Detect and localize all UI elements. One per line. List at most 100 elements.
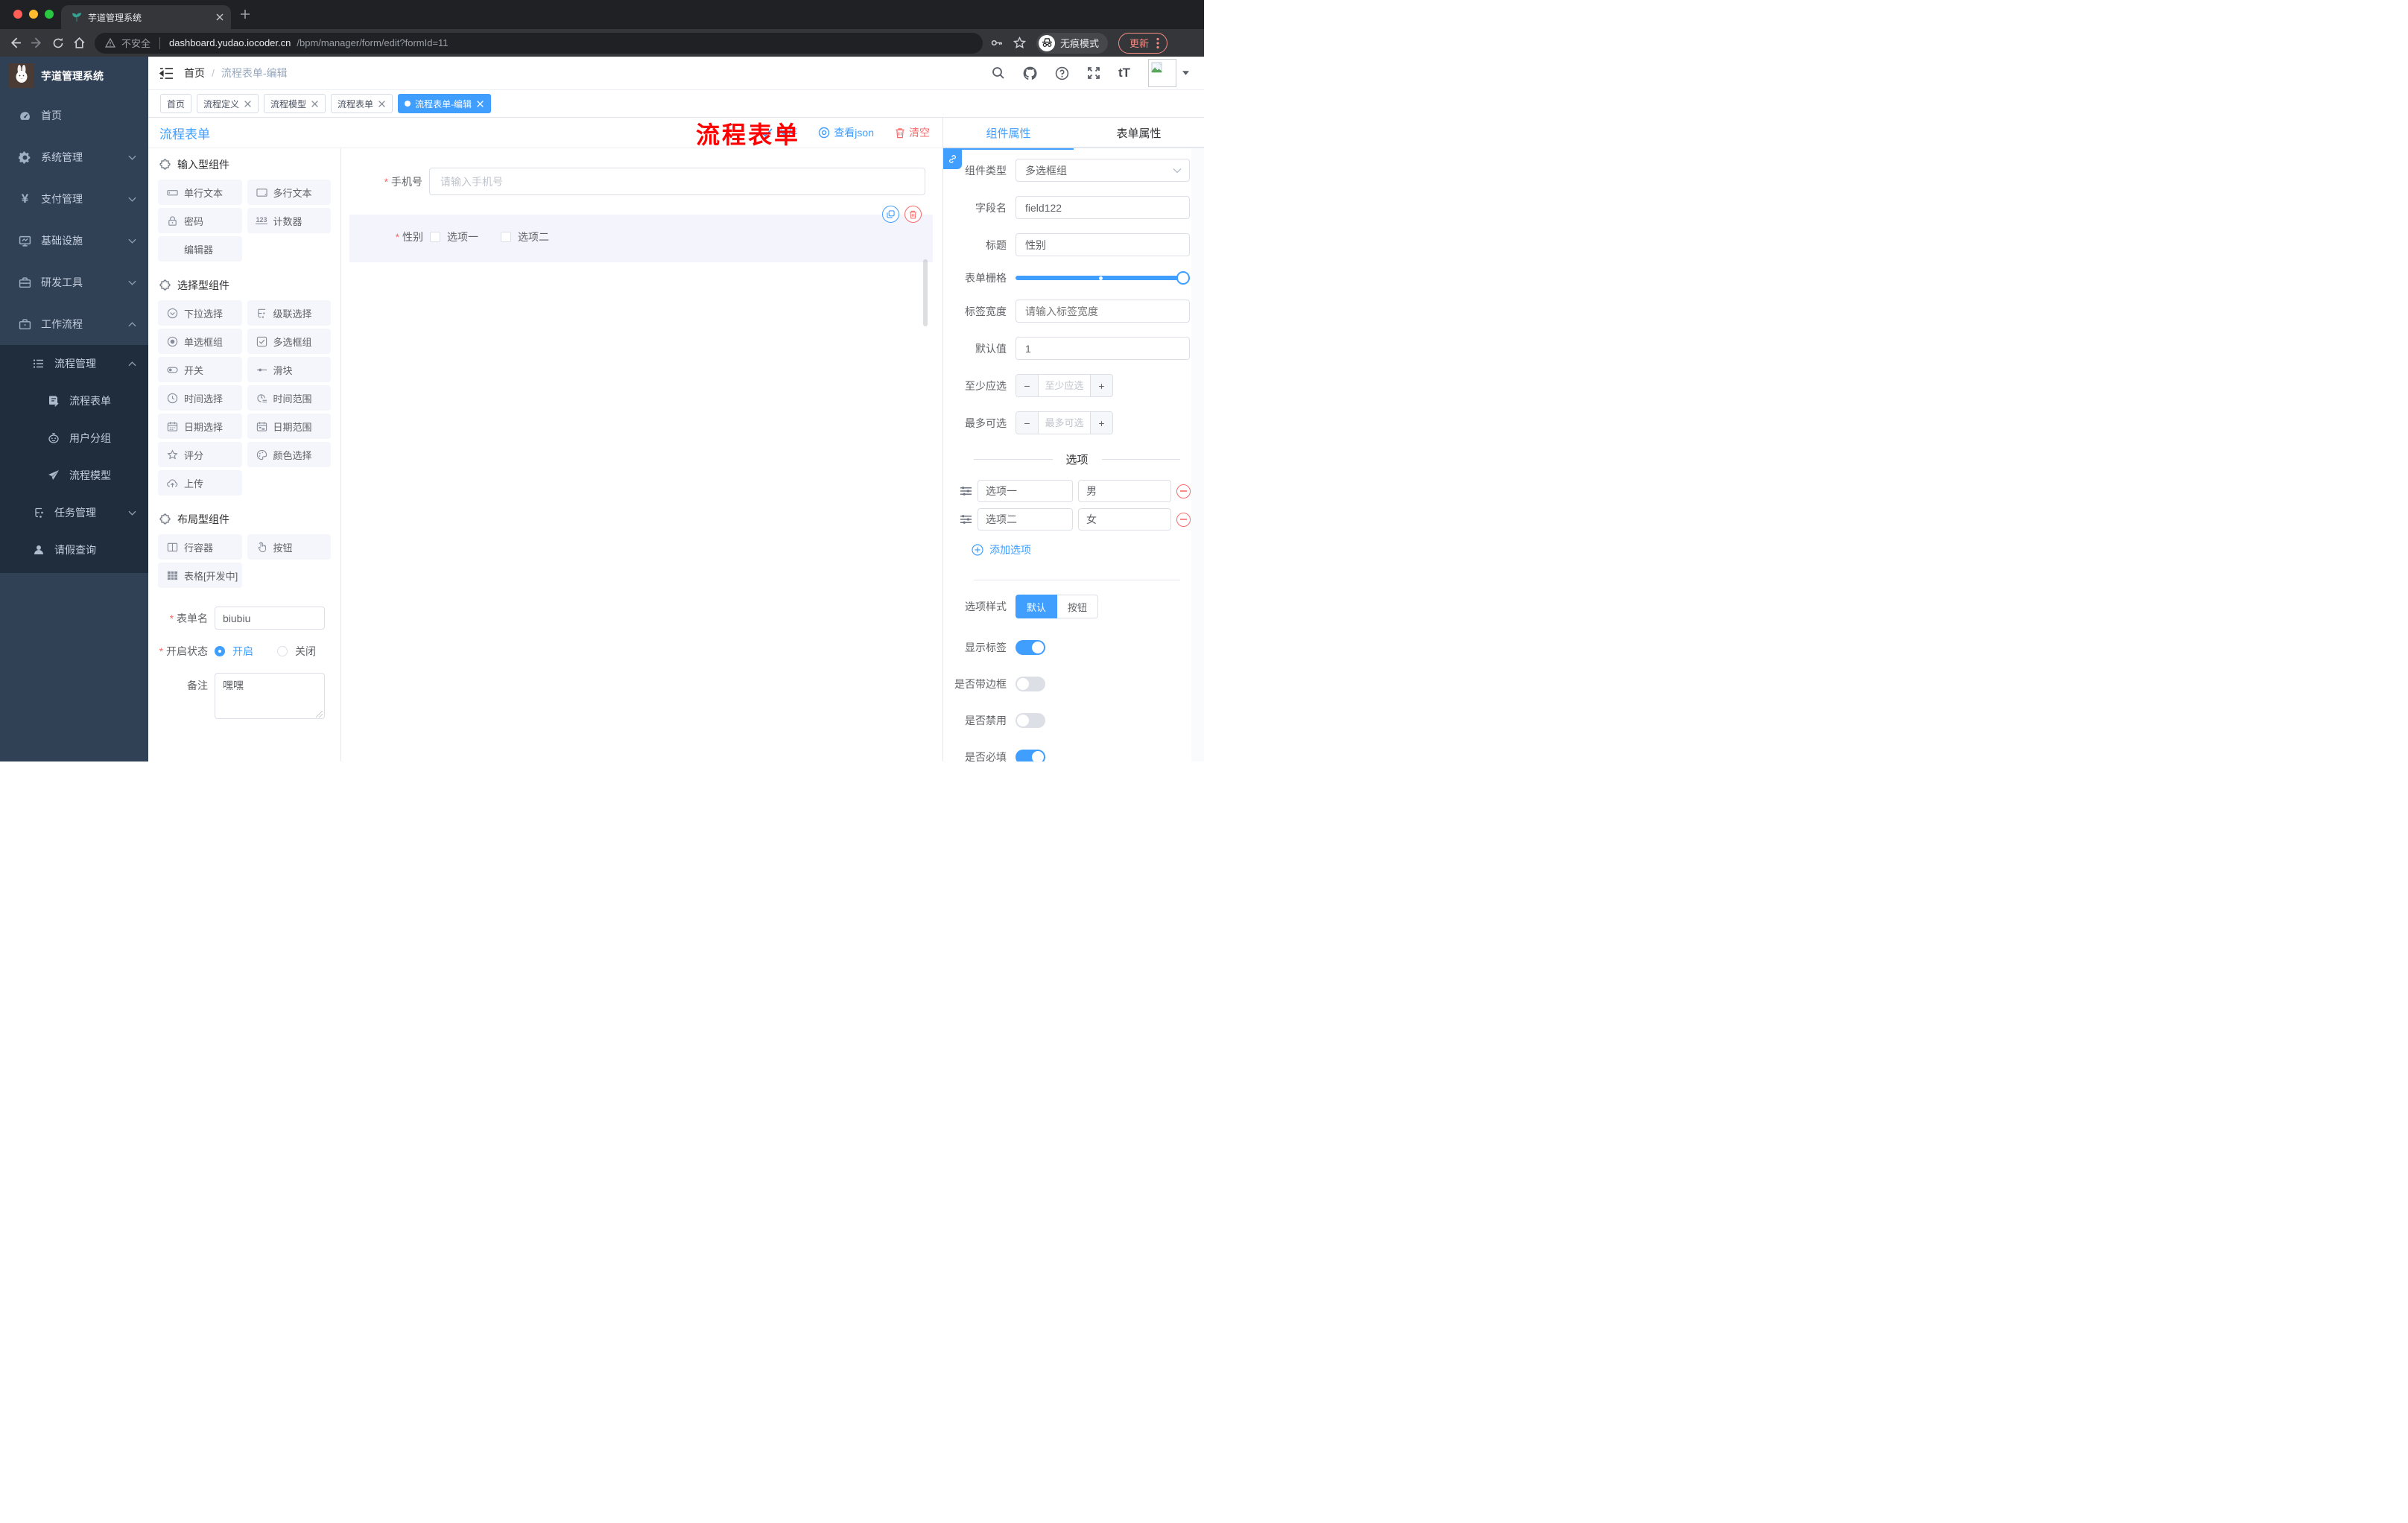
search-icon[interactable] (992, 66, 1005, 80)
sidebar-item-payment[interactable]: ¥ 支付管理 (0, 178, 148, 220)
show-label-toggle[interactable] (1016, 640, 1045, 655)
checkbox-icon[interactable] (430, 232, 440, 242)
radio-status-off[interactable] (277, 646, 288, 656)
palette-item-row-container[interactable]: 行容器 (158, 534, 242, 560)
canvas-field-phone[interactable]: 手机号 (349, 168, 925, 195)
tag-close-icon[interactable] (244, 100, 252, 108)
password-key-icon[interactable] (990, 37, 1003, 49)
palette-item-time-range[interactable]: 时间范围 (247, 385, 331, 411)
palette-item-multi-line-text[interactable]: 多行文本 (247, 180, 331, 205)
palette-item-editor[interactable]: 编辑器 (158, 236, 242, 262)
palette-item-button[interactable]: 按钮 (247, 534, 331, 560)
palette-item-upload[interactable]: 上传 (158, 470, 242, 495)
palette-item-time-picker[interactable]: 时间选择 (158, 385, 242, 411)
update-button[interactable]: 更新 (1118, 32, 1168, 54)
max-select-input[interactable] (1039, 412, 1090, 434)
sidebar-item-user-group[interactable]: 用户分组 (0, 419, 148, 457)
address-bar[interactable]: 不安全 dashboard.yudao.iocoder.cn/bpm/manag… (95, 32, 983, 54)
window-controls[interactable] (13, 10, 54, 19)
kebab-menu-icon[interactable] (1156, 37, 1159, 49)
stepper-decrease-button[interactable]: − (1016, 375, 1039, 396)
sidebar-item-infrastructure[interactable]: 基础设施 (0, 220, 148, 262)
fullscreen-icon[interactable] (1087, 66, 1100, 80)
palette-item-counter[interactable]: 123 计数器 (247, 208, 331, 233)
stepper-decrease-button[interactable]: − (1016, 412, 1039, 434)
checkbox-icon[interactable] (501, 232, 511, 242)
field-link-handle[interactable] (943, 148, 962, 169)
sidebar-item-workflow[interactable]: 工作流程 (0, 303, 148, 345)
palette-item-color-picker[interactable]: 颜色选择 (247, 442, 331, 467)
tab-close-icon[interactable] (216, 13, 224, 21)
option-value-input[interactable] (1078, 480, 1171, 502)
view-json-button[interactable]: 查看json (818, 125, 874, 140)
tag-process-form-edit-active[interactable]: 流程表单-编辑 (398, 94, 492, 113)
form-remark-textarea[interactable]: 嘿嘿 (215, 673, 325, 719)
duplicate-field-button[interactable] (882, 206, 899, 223)
form-name-input[interactable] (215, 607, 325, 630)
palette-item-slider[interactable]: 滑块 (247, 357, 331, 382)
github-icon[interactable] (1023, 66, 1037, 80)
drag-handle-icon[interactable] (960, 514, 972, 525)
field-name-input[interactable] (1016, 196, 1190, 219)
border-toggle[interactable] (1016, 677, 1045, 691)
sidebar-item-task-management[interactable]: 任务管理 (0, 494, 148, 531)
option-value-input[interactable] (1078, 508, 1171, 531)
home-icon[interactable] (73, 37, 86, 49)
component-type-select[interactable]: 多选框组 (1016, 159, 1190, 182)
sidebar-item-process-form[interactable]: 流程表单 (0, 382, 148, 419)
phone-input[interactable] (429, 168, 925, 195)
help-icon[interactable] (1055, 66, 1069, 80)
palette-item-checkbox-group[interactable]: 多选框组 (247, 329, 331, 354)
radio-status-on[interactable] (215, 646, 225, 656)
palette-item-rate[interactable]: 评分 (158, 442, 242, 467)
reload-icon[interactable] (52, 37, 64, 49)
sidebar-logo[interactable]: 芋道管理系统 (0, 57, 148, 95)
clear-button[interactable]: 清空 (895, 125, 930, 140)
style-button-button[interactable]: 按钮 (1057, 595, 1099, 618)
tag-process-definition[interactable]: 流程定义 (197, 94, 259, 113)
label-width-input[interactable] (1016, 300, 1190, 323)
stepper-increase-button[interactable]: + (1090, 375, 1112, 396)
tag-process-form[interactable]: 流程表单 (331, 94, 393, 113)
tag-close-icon[interactable] (476, 100, 484, 108)
user-avatar[interactable] (1148, 59, 1189, 87)
tab-form-props[interactable]: 表单属性 (1074, 118, 1204, 148)
tab-component-props[interactable]: 组件属性 (943, 118, 1074, 150)
required-toggle[interactable] (1016, 750, 1045, 762)
stepper-increase-button[interactable]: + (1090, 412, 1112, 434)
sidebar-item-dev-tools[interactable]: 研发工具 (0, 262, 148, 303)
palette-item-switch[interactable]: 开关 (158, 357, 242, 382)
gender-option-2[interactable]: 选项二 (501, 229, 549, 244)
radio-on-label[interactable]: 开启 (232, 644, 253, 659)
bookmark-star-icon[interactable] (1013, 37, 1026, 49)
sidebar-item-system[interactable]: 系统管理 (0, 136, 148, 178)
sidebar-item-leave-query[interactable]: 请假查询 (0, 531, 148, 569)
palette-item-table[interactable]: 表格[开发中] (158, 563, 242, 588)
palette-item-date-range[interactable]: 日期范围 (247, 414, 331, 439)
palette-item-cascader[interactable]: 级联选择 (247, 300, 331, 326)
window-zoom-button[interactable] (45, 10, 54, 19)
sidebar-item-process-management[interactable]: 流程管理 (0, 345, 148, 382)
option-name-input[interactable] (978, 480, 1073, 502)
min-select-input[interactable] (1039, 375, 1090, 396)
scrollbar-thumb[interactable] (923, 259, 928, 326)
tag-home[interactable]: 首页 (160, 94, 192, 113)
remove-option-button[interactable] (1176, 512, 1191, 527)
browser-tab[interactable]: 芋道管理系统 (61, 5, 231, 29)
title-input[interactable] (1016, 233, 1190, 256)
window-minimize-button[interactable] (29, 10, 38, 19)
remove-option-button[interactable] (1176, 484, 1191, 498)
window-close-button[interactable] (13, 10, 22, 19)
palette-item-select[interactable]: 下拉选择 (158, 300, 242, 326)
sidebar-item-process-model[interactable]: 流程模型 (0, 457, 148, 494)
sidebar-fold-icon[interactable] (159, 67, 174, 80)
palette-item-password[interactable]: 密码 (158, 208, 242, 233)
gender-option-1[interactable]: 选项一 (430, 229, 478, 244)
back-icon[interactable] (9, 37, 22, 49)
palette-item-date-picker[interactable]: 日期选择 (158, 414, 242, 439)
form-grid-slider[interactable] (1016, 271, 1190, 285)
palette-item-radio-group[interactable]: 单选框组 (158, 329, 242, 354)
font-size-icon[interactable]: tT (1118, 66, 1130, 80)
option-name-input[interactable] (978, 508, 1073, 531)
delete-field-button[interactable] (904, 206, 922, 223)
